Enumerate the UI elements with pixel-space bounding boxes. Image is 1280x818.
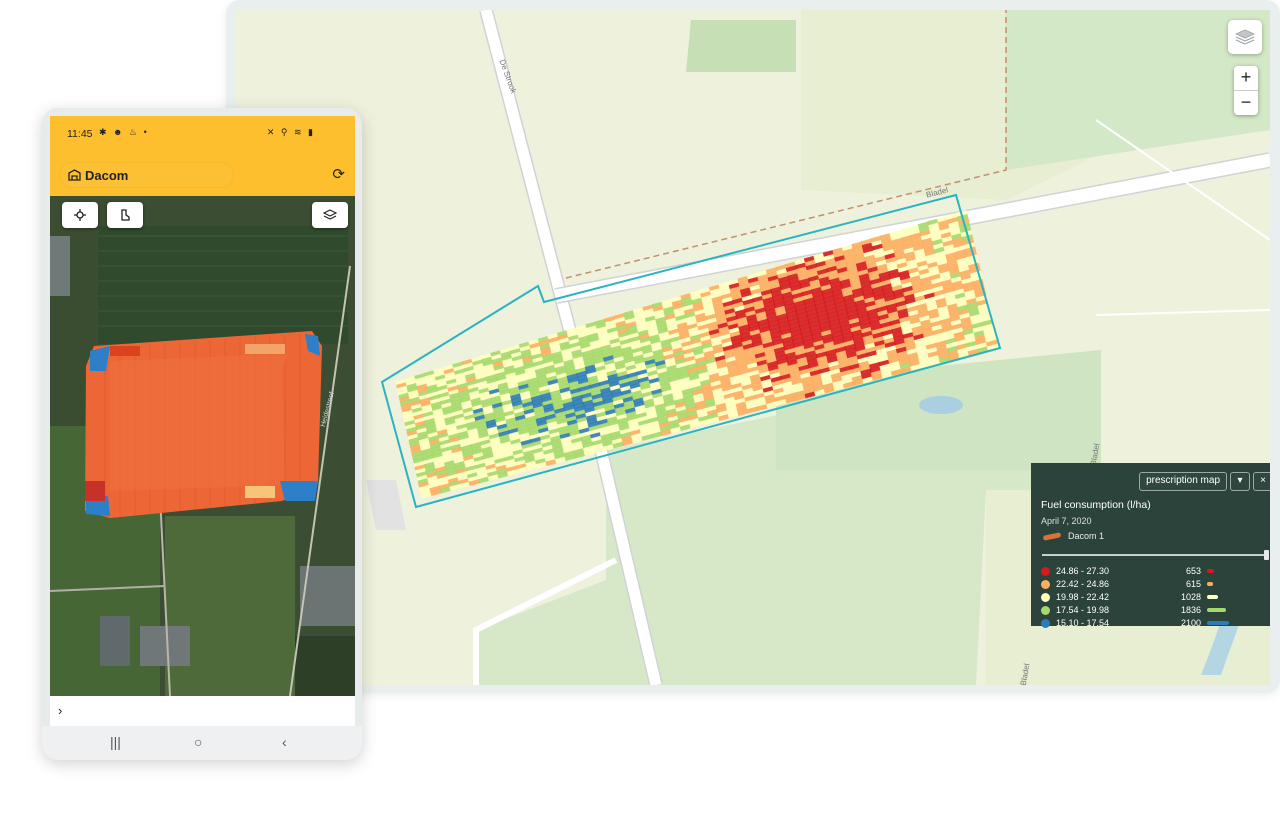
boot-button[interactable] [107, 202, 143, 228]
legend-class-row[interactable]: 22.42 - 24.86 615 [1041, 578, 1269, 591]
legend-count: 1028 [1180, 592, 1201, 602]
legend-class-row[interactable]: 24.86 - 27.30 653 [1041, 565, 1269, 578]
legend-class-row[interactable]: 15.10 - 17.54 2100 [1041, 617, 1269, 630]
machine-color-icon [1042, 531, 1062, 541]
slider-handle[interactable] [1264, 550, 1269, 560]
dropdown-button[interactable]: ▾ [1230, 472, 1250, 491]
android-nav-bar: ||| ○ ‹ [42, 726, 362, 760]
layers-icon [1235, 29, 1255, 45]
farm-name: Dacom [85, 167, 129, 183]
legend-color-dot [1041, 580, 1050, 589]
legend-color-dot [1041, 619, 1050, 628]
legend-color-dot [1041, 567, 1050, 576]
chevron-right-icon[interactable]: › [58, 703, 62, 718]
layers-button[interactable] [1228, 20, 1262, 54]
phone-layers-button[interactable] [312, 202, 348, 228]
time-slider[interactable] [1042, 550, 1269, 560]
locate-button[interactable] [62, 202, 98, 228]
refresh-icon[interactable]: ⟳ [332, 165, 345, 183]
legend-class-row[interactable]: 19.98 - 22.42 1028 [1041, 591, 1269, 604]
close-button[interactable]: × [1253, 472, 1270, 491]
status-bar: 11:45 ✱ ☻ ♨ • ✕ ⚲ ≋ ▮ [50, 116, 355, 150]
status-notification-icons: ✱ ☻ ♨ • [99, 127, 149, 137]
map-view[interactable]: De Strook Bladel Bladel Bladel + − presc… [236, 10, 1270, 685]
desktop-map-panel: De Strook Bladel Bladel Bladel + − presc… [226, 0, 1280, 693]
legend-panel: prescription map ▾ × Fuel consumption (l… [1031, 463, 1270, 628]
legend-range: 22.42 - 24.86 [1056, 579, 1110, 589]
legend-classes: 24.86 - 27.30 653 22.42 - 24.86 615 19.98 - … [1041, 565, 1269, 630]
legend-count: 615 [1185, 579, 1201, 589]
legend-count-bar [1207, 608, 1226, 612]
zoom-control: + − [1234, 66, 1258, 115]
legend-class-row[interactable]: 17.54 - 19.98 1836 [1041, 604, 1269, 617]
zoom-in-button[interactable]: + [1234, 66, 1258, 90]
legend-range: 17.54 - 19.98 [1056, 605, 1110, 615]
legend-count: 1836 [1180, 605, 1201, 615]
phone-screen: 11:45 ✱ ☻ ♨ • ✕ ⚲ ≋ ▮ Dacom ⟳ Heidestree… [50, 116, 355, 726]
status-time: 11:45 [67, 128, 93, 140]
legend-count-bar [1207, 569, 1214, 573]
legend-color-dot [1041, 593, 1050, 602]
layers-icon [323, 209, 337, 220]
boot-icon [121, 209, 130, 221]
farm-selector[interactable]: Dacom [60, 163, 233, 187]
back-icon[interactable]: ‹ [282, 734, 287, 750]
legend-count-bar [1207, 621, 1229, 625]
machine-entry[interactable]: Dacom 1 [1042, 531, 1105, 541]
legend-count-bar [1207, 582, 1213, 586]
legend-title: Fuel consumption (l/ha) [1041, 499, 1151, 511]
path-e [1095, 309, 1270, 316]
farm-icon [68, 169, 81, 181]
layer-select-button[interactable]: prescription map [1139, 472, 1227, 491]
machine-label: Dacom 1 [1068, 531, 1105, 541]
crosshair-icon [74, 209, 86, 221]
legend-range: 24.86 - 27.30 [1056, 566, 1110, 576]
legend-range: 15.10 - 17.54 [1056, 618, 1110, 628]
pond [919, 396, 963, 414]
phone-map[interactable]: Heidestreef [50, 196, 355, 696]
legend-color-dot [1041, 606, 1050, 615]
home-icon[interactable]: ○ [194, 734, 202, 750]
legend-count: 2100 [1180, 618, 1201, 628]
satellite-map [50, 196, 355, 696]
phone-device: 11:45 ✱ ☻ ♨ • ✕ ⚲ ≋ ▮ Dacom ⟳ Heidestree… [42, 108, 362, 760]
legend-count-bar [1207, 595, 1218, 599]
legend-count: 653 [1185, 566, 1201, 576]
recent-apps-icon[interactable]: ||| [110, 734, 121, 750]
status-system-icons: ✕ ⚲ ≋ ▮ [266, 127, 315, 137]
forest-patch [686, 20, 796, 72]
legend-date: April 7, 2020 [1041, 516, 1092, 526]
building-lot [366, 480, 406, 530]
legend-range: 19.98 - 22.42 [1056, 592, 1110, 602]
bottom-sheet[interactable]: › [50, 696, 355, 726]
app-bar: Dacom ⟳ [50, 150, 355, 196]
zoom-out-button[interactable]: − [1234, 90, 1258, 115]
